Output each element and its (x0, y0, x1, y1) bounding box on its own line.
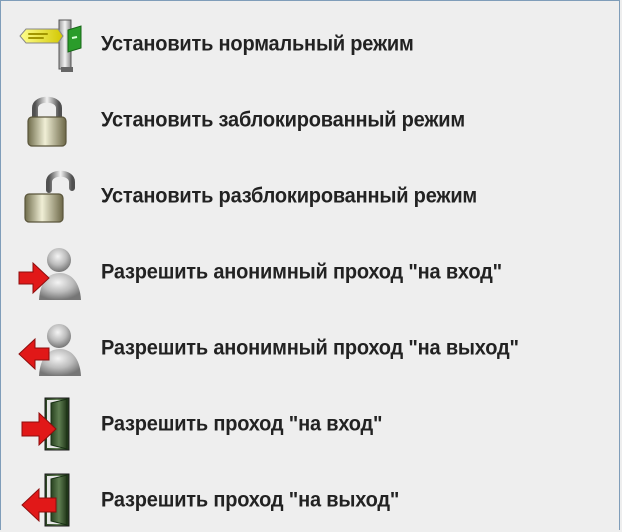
anonymous-entry-icon (7, 241, 87, 303)
set-normal-mode-label: Установить нормальный режим (101, 31, 414, 56)
unlocked-mode-icon (7, 165, 87, 227)
set-locked-mode-item[interactable]: Установить заблокированный режим (7, 89, 465, 151)
allow-exit-item[interactable]: Разрешить проход "на выход" (7, 469, 399, 531)
allow-anonymous-entry-item[interactable]: Разрешить анонимный проход "на вход" (7, 241, 502, 303)
allow-exit-label: Разрешить проход "на выход" (101, 487, 400, 512)
allow-entry-label: Разрешить проход "на вход" (101, 411, 383, 436)
locked-mode-icon (7, 89, 87, 151)
access-mode-panel: Установить нормальный режим Установить з… (0, 0, 620, 530)
allow-anonymous-exit-label: Разрешить анонимный проход "на выход" (101, 335, 519, 360)
set-locked-mode-label: Установить заблокированный режим (101, 107, 466, 132)
normal-mode-icon (7, 13, 87, 75)
set-unlocked-mode-item[interactable]: Установить разблокированный режим (7, 165, 477, 227)
set-unlocked-mode-label: Установить разблокированный режим (101, 183, 478, 208)
allow-anonymous-exit-item[interactable]: Разрешить анонимный проход "на выход" (7, 317, 519, 379)
set-normal-mode-item[interactable]: Установить нормальный режим (7, 13, 414, 75)
anonymous-exit-icon (7, 317, 87, 379)
exit-door-icon (7, 469, 87, 531)
entry-door-icon (7, 393, 87, 455)
allow-entry-item[interactable]: Разрешить проход "на вход" (7, 393, 382, 455)
allow-anonymous-entry-label: Разрешить анонимный проход "на вход" (101, 259, 502, 284)
